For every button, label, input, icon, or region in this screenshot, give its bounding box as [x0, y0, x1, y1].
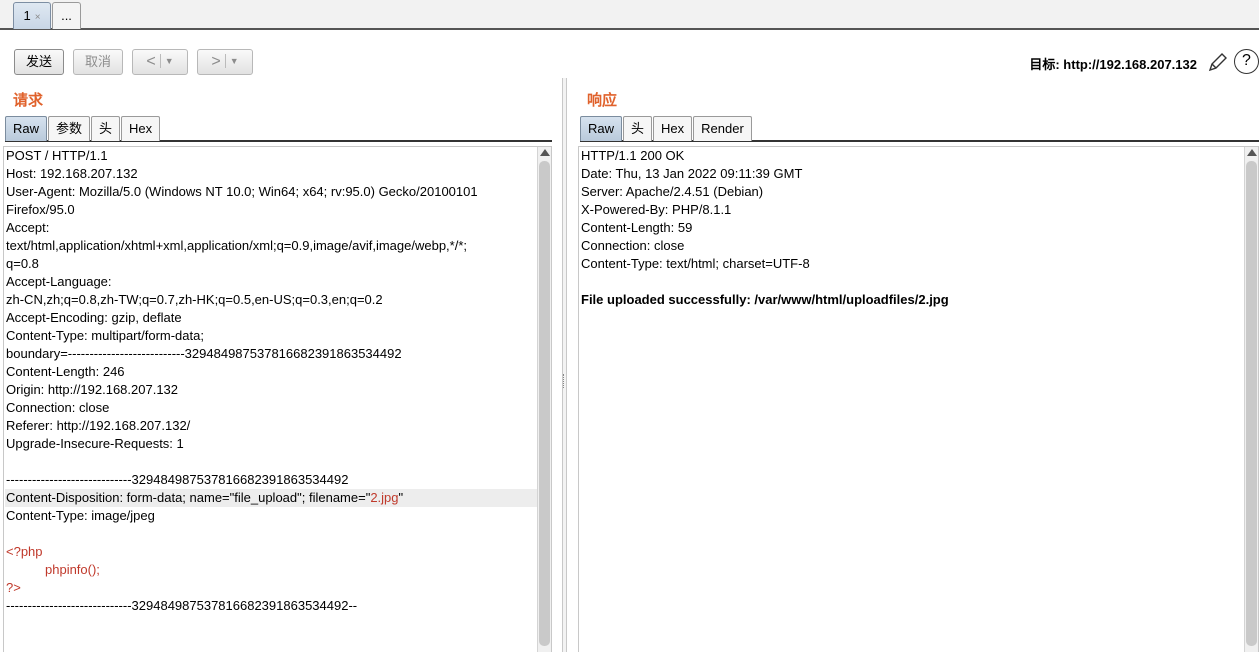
target-label: 目标: http://192.168.207.132: [1029, 57, 1197, 72]
disposition-text: Content-Disposition: form-data; name="fi…: [6, 490, 371, 505]
splitter-grip-icon[interactable]: [563, 374, 566, 388]
tab-raw[interactable]: Raw: [5, 116, 48, 141]
scroll-thumb[interactable]: [539, 161, 550, 646]
quote-close: ": [398, 490, 404, 505]
tab-headers[interactable]: 头: [91, 116, 121, 141]
php-open-tag: <?php: [6, 544, 43, 559]
request-line: Upgrade-Insecure-Requests: 1: [6, 436, 184, 451]
tab-headers[interactable]: 头: [623, 116, 653, 141]
request-text: POST / HTTP/1.1 Host: 192.168.207.132 Us…: [5, 147, 537, 615]
dropdown-icon[interactable]: ▼: [165, 56, 174, 66]
request-scrollbar[interactable]: [537, 147, 551, 652]
tab-label: 1: [23, 8, 31, 23]
response-line: X-Powered-By: PHP/8.1.1: [581, 202, 732, 217]
response-line: HTTP/1.1 200 OK: [581, 148, 685, 163]
dropdown-icon[interactable]: ▼: [230, 56, 239, 66]
response-pane: 响应 Raw 头 Hex Render HTTP/1.1 200 OK Date…: [570, 78, 1259, 652]
request-line: POST / HTTP/1.1: [6, 148, 108, 163]
edit-pencil-icon[interactable]: [1206, 50, 1230, 74]
response-line: Date: Thu, 13 Jan 2022 09:11:39 GMT: [581, 166, 803, 181]
request-line: Content-Length: 246: [6, 364, 125, 379]
tab-label: ...: [61, 8, 72, 23]
request-line: Host: 192.168.207.132: [6, 166, 138, 181]
request-line: Accept-Language:: [6, 274, 112, 289]
filename-value: 2.jpg: [370, 490, 399, 505]
separator: [224, 54, 226, 68]
request-line: q=0.8: [6, 256, 39, 271]
request-line: Content-Type: multipart/form-data;: [6, 328, 204, 343]
help-icon[interactable]: ?: [1234, 49, 1259, 74]
request-line: [5, 453, 537, 471]
upload-result-message: File uploaded successfully: /var/www/htm…: [581, 292, 949, 307]
response-editor[interactable]: HTTP/1.1 200 OK Date: Thu, 13 Jan 2022 0…: [578, 146, 1259, 652]
request-tabs: Raw 参数 头 Hex: [5, 116, 552, 142]
request-line: -----------------------------32948498753…: [6, 598, 358, 613]
request-line: boundary=---------------------------3294…: [6, 346, 402, 361]
separator: [159, 54, 161, 68]
request-line: text/html,application/xhtml+xml,applicat…: [6, 238, 467, 253]
request-editor[interactable]: POST / HTTP/1.1 Host: 192.168.207.132 Us…: [3, 146, 552, 652]
tab-hex[interactable]: Hex: [121, 116, 161, 141]
request-pane: 请求 Raw 参数 头 Hex POST / HTTP/1.1 Host: 19…: [0, 78, 556, 652]
request-line: User-Agent: Mozilla/5.0 (Windows NT 10.0…: [6, 184, 478, 199]
request-line: Referer: http://192.168.207.132/: [6, 418, 191, 433]
request-line: Content-Type: image/jpeg: [6, 508, 155, 523]
php-code-line: phpinfo();: [45, 562, 100, 577]
request-line: Accept-Encoding: gzip, deflate: [6, 310, 182, 325]
request-line: zh-CN,zh;q=0.8,zh-TW;q=0.7,zh-HK;q=0.5,e…: [6, 292, 383, 307]
forward-button[interactable]: > ▼: [197, 49, 253, 75]
toolbar: 发送 取消 < ▼ > ▼ 目标: http://192.168.207.132 ?: [0, 30, 1259, 78]
close-icon[interactable]: ×: [35, 12, 41, 23]
cancel-button[interactable]: 取消: [73, 49, 123, 75]
scroll-up-icon[interactable]: [1247, 149, 1257, 156]
request-line: [5, 525, 537, 543]
scroll-up-icon[interactable]: [540, 149, 550, 156]
tab-new[interactable]: ...: [52, 2, 81, 29]
response-line: Content-Type: text/html; charset=UTF-8: [581, 256, 810, 271]
tab-strip: 1 × ...: [0, 0, 1259, 30]
tab-1[interactable]: 1 ×: [13, 2, 51, 29]
tab-raw[interactable]: Raw: [580, 116, 623, 141]
request-line: Origin: http://192.168.207.132: [6, 382, 179, 397]
response-line: [580, 273, 1244, 291]
response-scrollbar[interactable]: [1244, 147, 1258, 652]
tab-render[interactable]: Render: [693, 116, 752, 141]
send-button[interactable]: 发送: [14, 49, 64, 75]
tab-params[interactable]: 参数: [48, 116, 91, 141]
request-title: 请求: [13, 92, 44, 109]
tab-hex[interactable]: Hex: [653, 116, 693, 141]
response-title: 响应: [587, 92, 618, 109]
response-line: Connection: close: [581, 238, 685, 253]
request-line: -----------------------------32948498753…: [6, 472, 349, 487]
scroll-thumb[interactable]: [1246, 161, 1257, 646]
php-close-tag: ?>: [6, 580, 21, 595]
pane-splitter[interactable]: [562, 78, 567, 652]
response-line: Server: Apache/2.4.51 (Debian): [581, 184, 764, 199]
response-tabs: Raw 头 Hex Render: [580, 116, 1259, 142]
request-line-highlighted: Content-Disposition: form-data; name="fi…: [5, 489, 537, 507]
request-line: Firefox/95.0: [6, 202, 75, 217]
response-line: Content-Length: 59: [581, 220, 693, 235]
request-line: Connection: close: [6, 400, 110, 415]
back-button[interactable]: < ▼: [132, 49, 188, 75]
forward-arrow-icon: >: [211, 53, 221, 70]
response-text: HTTP/1.1 200 OK Date: Thu, 13 Jan 2022 0…: [580, 147, 1244, 309]
request-line: Accept:: [6, 220, 50, 235]
back-arrow-icon: <: [146, 53, 156, 70]
